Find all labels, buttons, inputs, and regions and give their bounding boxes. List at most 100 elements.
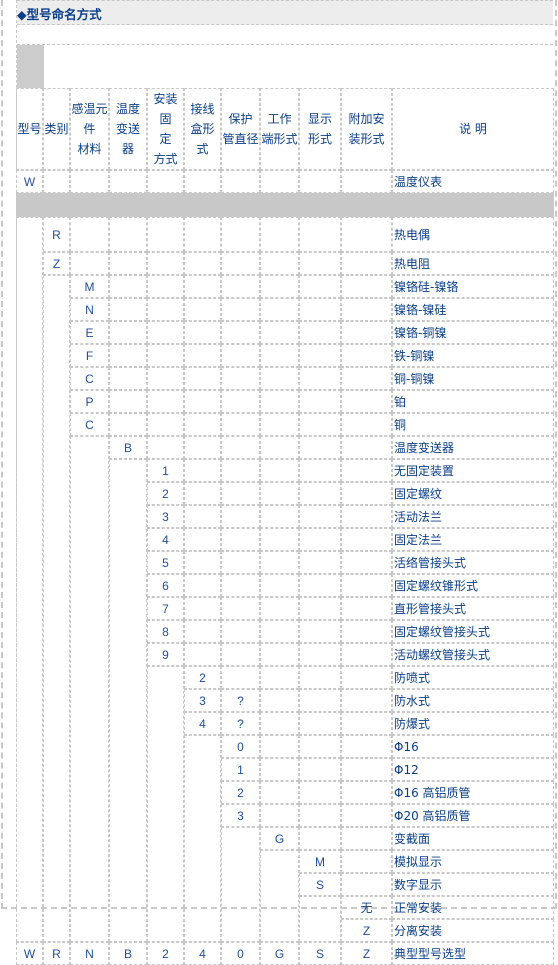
desc-cell: 铂: [392, 390, 554, 413]
code-cell: ?: [221, 712, 260, 735]
table-row: F 铁-铜镍: [16, 344, 554, 367]
desc-cell: 温度仪表: [392, 170, 554, 193]
desc-cell: 变截面: [392, 827, 554, 850]
table-row: C 铜: [16, 413, 554, 436]
code-cell: R: [43, 217, 70, 252]
desc-cell: Φ16 高铝质管: [392, 781, 554, 804]
desc-cell: 分离安装: [392, 919, 554, 942]
header-model: 型号: [16, 88, 43, 170]
code-cell: B: [109, 436, 147, 459]
desc-cell: 热电偶: [392, 217, 554, 252]
display-column-empty: [299, 896, 341, 942]
header-transmitter: 温度 变送器: [109, 88, 147, 170]
desc-cell: 镍铬-铜镍: [392, 321, 554, 344]
section-title: ◆型号命名方式: [17, 7, 102, 22]
desc-cell: 活络管接头式: [392, 551, 554, 574]
header-working-end: 工作 端形式: [260, 88, 299, 170]
header-display: 显示 形式: [299, 88, 341, 170]
desc-cell: 固定螺纹锥形式: [392, 574, 554, 597]
desc-cell: 无固定装置: [392, 459, 554, 482]
code-cell: E: [70, 321, 109, 344]
model-column-empty: [16, 217, 43, 942]
desc-cell: 固定螺纹: [392, 482, 554, 505]
code-cell: Z: [341, 942, 392, 965]
code-cell: 2: [184, 666, 221, 689]
code-cell: C: [70, 367, 109, 390]
tube-column-empty: [221, 827, 260, 942]
desc-cell: 固定螺纹管接头式: [392, 620, 554, 643]
header-junction-box: 接线 盒形式: [184, 88, 221, 170]
code-cell: R: [43, 942, 70, 965]
header-mounting: 安装固定方式: [147, 88, 184, 170]
table-row: W 温度仪表: [16, 170, 554, 193]
code-cell: 0: [221, 735, 260, 758]
desc-cell: 活动螺纹管接头式: [392, 643, 554, 666]
code-cell: 3: [184, 689, 221, 712]
code-cell: W: [16, 942, 43, 965]
table-row: B 温度变送器: [16, 436, 554, 942]
section-header: ◆型号命名方式: [17, 0, 553, 25]
element-column-empty: [70, 436, 109, 942]
table-row: C 铜-铜镍: [16, 367, 554, 390]
desc-cell: 活动法兰: [392, 505, 554, 528]
code-cell: [221, 666, 260, 689]
separator-row: [16, 193, 554, 217]
code-cell: G: [260, 827, 299, 850]
code-cell: 3: [147, 505, 184, 528]
junction-column-empty: [184, 735, 221, 942]
code-cell: 7: [147, 597, 184, 620]
code-cell: 4: [184, 942, 221, 965]
header-category: 类别: [43, 88, 70, 170]
desc-cell: Φ16: [392, 735, 554, 758]
code-cell: C: [70, 413, 109, 436]
desc-cell: 温度变送器: [392, 436, 554, 459]
desc-cell: 热电阻: [392, 252, 554, 275]
desc-cell: 铜-铜镍: [392, 367, 554, 390]
working-end-column-empty: [260, 850, 299, 942]
desc-cell: 模拟显示: [392, 850, 554, 873]
table-row: N 镍铬-镍硅: [16, 298, 554, 321]
example-row: W R N B 2 4 0 G S Z 典型型号选型: [16, 942, 554, 965]
code-cell: 4: [184, 712, 221, 735]
table-row: P 铂: [16, 390, 554, 413]
table-header-row: 型号 类别 感温元件材料 温度 变送器 安装固定方式 接线 盒形式 保护 管直径 工作…: [16, 88, 554, 170]
code-cell: 2: [147, 942, 184, 965]
header-description: 说 明: [392, 88, 554, 170]
code-cell: 5: [147, 551, 184, 574]
code-cell: 无: [341, 896, 392, 919]
mounting-column-empty: [147, 666, 184, 942]
code-cell: S: [299, 873, 341, 896]
desc-cell: 正常安装: [392, 896, 554, 919]
code-cell: 4: [147, 528, 184, 551]
desc-cell: 直形管接头式: [392, 597, 554, 620]
desc-cell: Φ20 高铝质管: [392, 804, 554, 827]
code-cell: 3: [221, 804, 260, 827]
table-row: Z 热电阻: [16, 252, 554, 275]
code-cell: S: [299, 942, 341, 965]
header-element: 感温元件材料: [70, 88, 109, 170]
desc-cell: Φ12: [392, 758, 554, 781]
code-cell: G: [260, 942, 299, 965]
desc-cell: 防爆式: [392, 712, 554, 735]
code-cell: ?: [221, 689, 260, 712]
code-cell: F: [70, 344, 109, 367]
code-cell: 1: [221, 758, 260, 781]
code-cell: 2: [221, 781, 260, 804]
code-cell: Z: [43, 252, 70, 275]
table-row: R 热电偶: [16, 217, 554, 942]
divider: [17, 44, 553, 45]
header-extra-install: 附加安 装形式: [341, 88, 392, 170]
code-cell: 9: [147, 643, 184, 666]
code-cell: 2: [147, 482, 184, 505]
model-naming-table: 型号 类别 感温元件材料 温度 变送器 安装固定方式 接线 盒形式 保护 管直径 工作…: [16, 88, 554, 965]
code-cell: 8: [147, 620, 184, 643]
desc-cell: 镍铬-镍硅: [392, 298, 554, 321]
code-cell: N: [70, 942, 109, 965]
code-cell: M: [70, 275, 109, 298]
gray-placeholder-block: [17, 45, 44, 88]
header-tube-diameter: 保护 管直径: [221, 88, 260, 170]
code-cell: Z: [341, 919, 392, 942]
desc-cell: 固定法兰: [392, 528, 554, 551]
code-cell: 6: [147, 574, 184, 597]
table-row: E 镍铬-铜镍: [16, 321, 554, 344]
